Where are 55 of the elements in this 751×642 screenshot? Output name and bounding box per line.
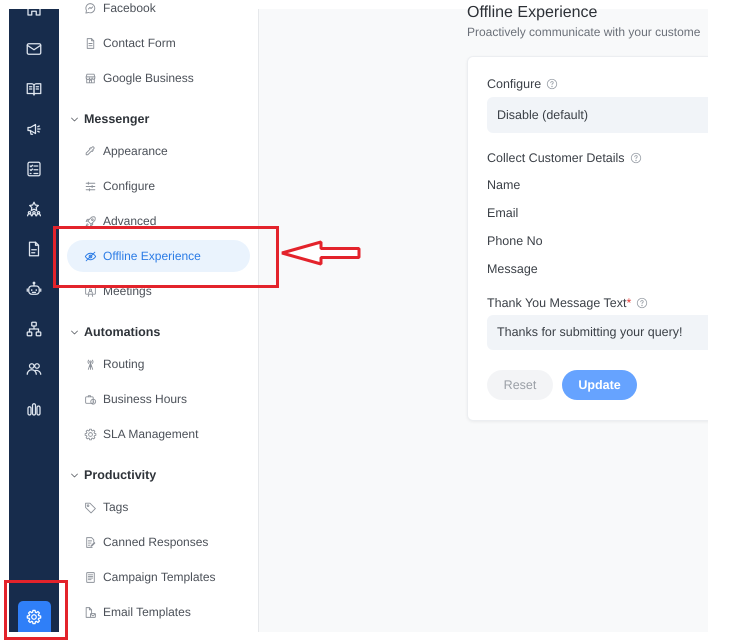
configure-select[interactable]: Disable (default) <box>487 97 708 133</box>
award-icon[interactable] <box>25 200 43 218</box>
nav-item[interactable]: Email Templates <box>67 604 250 620</box>
detail-field-label: Email <box>487 204 518 222</box>
book-icon[interactable] <box>25 80 43 98</box>
section-toggle[interactable]: Automations <box>59 316 258 348</box>
document-pen-icon <box>84 536 97 548</box>
rocket-icon <box>84 214 97 228</box>
document-envelope-icon <box>84 606 97 618</box>
chat-bubble-icon <box>84 2 97 14</box>
page-subtitle: Proactively communicate with your custome <box>467 24 702 40</box>
detail-field-label: Message <box>487 260 538 278</box>
field-label: Configure <box>487 76 542 93</box>
mail-icon[interactable] <box>25 40 43 58</box>
section-toggle[interactable]: Productivity <box>59 459 258 491</box>
document-list-icon <box>84 570 97 584</box>
thank-you-message-input[interactable]: Thanks for submitting your query! <box>487 315 708 350</box>
gear-badge-icon <box>84 428 97 440</box>
nav-item[interactable]: Appearance <box>67 143 250 159</box>
hierarchy-icon[interactable] <box>25 320 43 338</box>
robot-icon[interactable] <box>25 280 43 298</box>
nav-item[interactable]: Routing <box>67 356 250 372</box>
nav-item[interactable]: Google Business <box>67 70 250 86</box>
nav-item[interactable]: Contact Form <box>67 35 250 51</box>
help-icon <box>636 297 648 309</box>
sliders-icon <box>84 180 97 192</box>
storefront-icon <box>84 72 97 84</box>
settings-button[interactable] <box>18 601 50 632</box>
nav-item[interactable]: Business Hours <box>67 391 250 407</box>
nav-item[interactable]: Advanced <box>67 213 250 229</box>
nav-item[interactable]: Campaign Templates <box>67 569 250 585</box>
page-title: Offline Experience <box>467 3 598 23</box>
nav-item[interactable]: Facebook <box>67 0 250 16</box>
nav-item[interactable]: SLA Management <box>67 426 250 442</box>
briefcase-clock-icon <box>84 392 97 406</box>
nav-item[interactable]: Configure <box>67 178 250 194</box>
field-label: Collect Customer Details <box>487 150 625 167</box>
people-icon[interactable] <box>25 360 43 378</box>
settings-icon <box>25 608 43 626</box>
eyedropper-icon <box>84 144 97 158</box>
field-label: Thank You Message Text* <box>487 294 632 312</box>
detail-field-label: Name <box>487 176 520 194</box>
tag-icon <box>84 500 97 514</box>
nav-item[interactable]: Tags <box>67 499 250 515</box>
bar-chart-icon[interactable] <box>25 400 43 418</box>
detail-field-label: Phone No <box>487 232 543 250</box>
nav-item[interactable]: Offline Experience <box>67 240 250 272</box>
section-toggle[interactable]: Messenger <box>59 103 258 135</box>
document-icon <box>84 36 97 50</box>
help-icon <box>546 78 558 90</box>
nav-item[interactable]: Meetings <box>67 283 250 299</box>
eye-slash-icon <box>84 250 97 262</box>
help-icon <box>630 152 642 164</box>
nav-item[interactable]: Canned Responses <box>67 534 250 550</box>
checklist-icon[interactable] <box>25 160 43 178</box>
